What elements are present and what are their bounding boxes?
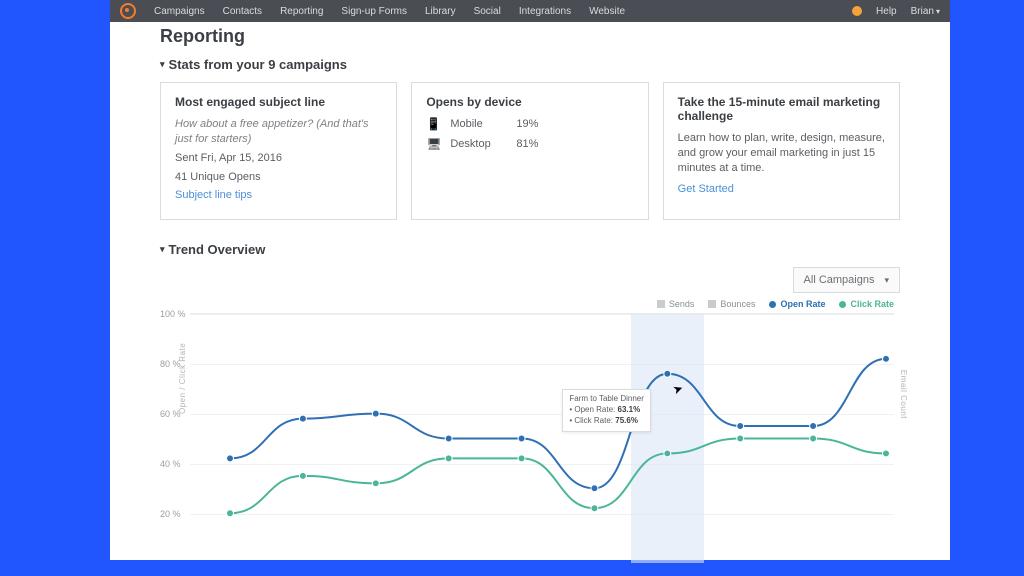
- nav-website[interactable]: Website: [589, 6, 625, 17]
- chart-tooltip: Farm to Table Dinner• Open Rate: 63.1%• …: [562, 389, 651, 431]
- legend-click[interactable]: Click Rate: [839, 299, 894, 309]
- chevron-down-icon: ▾: [884, 275, 889, 286]
- card-heading: Take the 15-minute email marketing chall…: [678, 95, 885, 123]
- legend-open[interactable]: Open Rate: [769, 299, 825, 309]
- notifications-icon[interactable]: [852, 6, 862, 16]
- legend-bounces[interactable]: Bounces: [708, 299, 755, 309]
- get-started-link[interactable]: Get Started: [678, 182, 885, 197]
- mobile-icon: 📱: [426, 117, 440, 131]
- legend-sends[interactable]: Sends: [657, 299, 695, 309]
- device-row-mobile: 📱 Mobile 19%: [426, 117, 633, 131]
- chart-legend: Sends Bounces Open Rate Click Rate: [160, 299, 900, 309]
- nav-social[interactable]: Social: [474, 6, 501, 17]
- chevron-down-icon: ▾: [160, 59, 165, 70]
- y-tick: 40 %: [160, 459, 181, 469]
- y-tick: 100 %: [160, 309, 186, 319]
- subject-tips-link[interactable]: Subject line tips: [175, 188, 382, 203]
- nav-library[interactable]: Library: [425, 6, 456, 17]
- unique-opens: 41 Unique Opens: [175, 170, 382, 185]
- chevron-down-icon: ▾: [936, 7, 940, 16]
- trend-chart[interactable]: Open / Click Rate Email Count 100 %80 %6…: [160, 313, 900, 563]
- page-title: Reporting: [160, 26, 900, 47]
- subject-line: How about a free appetizer? (And that's …: [175, 117, 382, 147]
- y-tick: 60 %: [160, 409, 181, 419]
- nav-integrations[interactable]: Integrations: [519, 6, 571, 17]
- help-link[interactable]: Help: [876, 6, 897, 17]
- stats-toggle[interactable]: ▾ Stats from your 9 campaigns: [160, 57, 900, 72]
- device-label: Desktop: [450, 138, 506, 150]
- nav-contacts[interactable]: Contacts: [223, 6, 262, 17]
- nav-campaigns[interactable]: Campaigns: [154, 6, 205, 17]
- sent-date: Sent Fri, Apr 15, 2016: [175, 151, 382, 166]
- y-tick: 20 %: [160, 509, 181, 519]
- user-menu[interactable]: Brian▾: [911, 6, 940, 17]
- device-row-desktop: 🖥 Desktop 81%: [426, 137, 633, 151]
- device-pct: 81%: [516, 138, 538, 150]
- chevron-down-icon: ▾: [160, 244, 165, 255]
- card-heading: Opens by device: [426, 95, 633, 109]
- nav-signup[interactable]: Sign-up Forms: [341, 6, 407, 17]
- y-axis-right-label: Email Count: [899, 370, 908, 419]
- y-axis-left-label: Open / Click Rate: [178, 343, 187, 414]
- device-pct: 19%: [516, 118, 538, 130]
- nav-reporting[interactable]: Reporting: [280, 6, 323, 17]
- nav-links: Campaigns Contacts Reporting Sign-up For…: [154, 6, 625, 17]
- campaign-filter[interactable]: All Campaigns ▾: [793, 267, 900, 293]
- desktop-icon: 🖥: [426, 137, 440, 151]
- card-engaged: Most engaged subject line How about a fr…: [160, 82, 397, 220]
- device-label: Mobile: [450, 118, 506, 130]
- card-device: Opens by device 📱 Mobile 19% 🖥 Desktop 8…: [411, 82, 648, 220]
- brand-logo[interactable]: [120, 3, 136, 19]
- challenge-body: Learn how to plan, write, design, measur…: [678, 131, 885, 176]
- trend-toggle[interactable]: ▾ Trend Overview: [160, 242, 900, 257]
- y-tick: 80 %: [160, 359, 181, 369]
- top-nav: Campaigns Contacts Reporting Sign-up For…: [110, 0, 950, 22]
- card-challenge: Take the 15-minute email marketing chall…: [663, 82, 900, 220]
- card-heading: Most engaged subject line: [175, 95, 382, 109]
